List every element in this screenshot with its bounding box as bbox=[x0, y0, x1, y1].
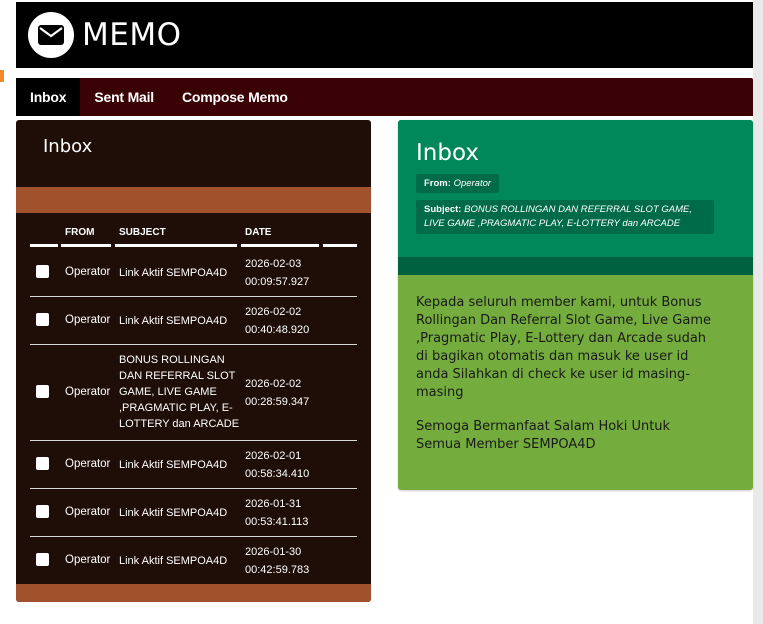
table-row[interactable]: Operator Link Aktif SEMPOA4D 2026-01-30 … bbox=[30, 537, 357, 584]
row-checkbox[interactable] bbox=[36, 457, 49, 470]
main-nav: Inbox Sent Mail Compose Memo bbox=[16, 78, 753, 116]
row-checkbox[interactable] bbox=[36, 385, 49, 398]
inbox-footer-bar bbox=[16, 584, 371, 602]
row-date: 2026-02-02 00:28:59.347 bbox=[245, 375, 309, 411]
left-accent-notch bbox=[0, 70, 4, 82]
header-divider bbox=[61, 244, 111, 247]
header-divider bbox=[115, 244, 237, 247]
row-date-time: 00:53:41.113 bbox=[245, 516, 309, 528]
inbox-panel: Inbox FROM SUBJECT DATE Operator Link Ak… bbox=[16, 120, 371, 602]
message-panel: Inbox From: Operator Subject: BONUS ROLL… bbox=[398, 120, 753, 490]
from-label: From: bbox=[424, 178, 451, 189]
app-title: MEMO bbox=[82, 17, 182, 53]
table-row[interactable]: Operator Link Aktif SEMPOA4D 2026-02-03 … bbox=[30, 249, 357, 297]
inbox-toolbar-bar bbox=[16, 187, 371, 213]
row-from: Operator bbox=[65, 506, 111, 518]
row-date: 2026-02-02 00:40:48.920 bbox=[245, 303, 309, 339]
table-row[interactable]: Operator Link Aktif SEMPOA4D 2026-02-02 … bbox=[30, 297, 357, 345]
message-body: Kepada seluruh member kami, untuk Bonus … bbox=[416, 295, 712, 400]
row-subject[interactable]: Link Aktif SEMPOA4D bbox=[119, 553, 241, 569]
message-title: Inbox bbox=[416, 140, 479, 166]
row-from: Operator bbox=[65, 266, 111, 278]
row-checkbox[interactable] bbox=[36, 313, 49, 326]
row-date-time: 00:58:34.410 bbox=[245, 468, 310, 480]
row-from: Operator bbox=[65, 554, 111, 566]
table-row[interactable]: Operator BONUS ROLLINGAN DAN REFERRAL SL… bbox=[30, 345, 357, 441]
row-date-day: 2026-02-03 bbox=[245, 258, 302, 270]
envelope-icon bbox=[28, 12, 74, 58]
row-checkbox[interactable] bbox=[36, 553, 49, 566]
header-divider bbox=[241, 244, 319, 247]
row-date: 2026-01-31 00:53:41.113 bbox=[245, 495, 308, 531]
subject-badge: Subject: BONUS ROLLINGAN DAN REFERRAL SL… bbox=[416, 200, 714, 234]
message-divider-bar bbox=[398, 257, 753, 275]
row-date-day: 2026-02-02 bbox=[245, 378, 302, 390]
row-date-day: 2026-02-01 bbox=[245, 450, 302, 462]
row-date-time: 00:40:48.920 bbox=[245, 324, 310, 336]
page-right-gutter bbox=[753, 0, 763, 624]
header-divider bbox=[323, 244, 357, 247]
column-header-from[interactable]: FROM bbox=[65, 227, 94, 238]
table-row[interactable]: Operator Link Aktif SEMPOA4D 2026-01-31 … bbox=[30, 489, 357, 537]
row-date: 2026-02-03 00:09:57.927 bbox=[245, 255, 309, 291]
row-subject[interactable]: Link Aktif SEMPOA4D bbox=[119, 505, 241, 521]
page-left-edge bbox=[0, 0, 12, 624]
row-date-time: 00:09:57.927 bbox=[245, 276, 310, 288]
row-subject[interactable]: BONUS ROLLINGAN DAN REFERRAL SLOT GAME, … bbox=[119, 352, 241, 432]
row-subject[interactable]: Link Aktif SEMPOA4D bbox=[119, 265, 241, 281]
subject-value: BONUS ROLLINGAN DAN REFERRAL SLOT GAME, … bbox=[424, 204, 692, 229]
row-date-day: 2026-01-31 bbox=[245, 498, 302, 510]
row-checkbox[interactable] bbox=[36, 505, 49, 518]
row-from: Operator bbox=[65, 458, 111, 470]
row-subject[interactable]: Link Aktif SEMPOA4D bbox=[119, 457, 241, 473]
from-badge: From: Operator bbox=[416, 174, 500, 193]
page-bottom bbox=[16, 602, 753, 624]
row-date-day: 2026-01-30 bbox=[245, 546, 302, 558]
header-divider bbox=[30, 244, 58, 247]
subject-label: Subject: bbox=[424, 204, 462, 215]
from-value: Operator bbox=[453, 178, 492, 189]
inbox-title: Inbox bbox=[43, 136, 93, 157]
nav-inbox[interactable]: Inbox bbox=[16, 78, 81, 116]
row-date-time: 00:42:59.783 bbox=[245, 564, 310, 576]
row-date: 2026-01-30 00:42:59.783 bbox=[245, 543, 309, 579]
app-header: MEMO bbox=[16, 2, 753, 68]
row-date-day: 2026-02-02 bbox=[245, 306, 302, 318]
column-header-subject[interactable]: SUBJECT bbox=[119, 227, 166, 238]
column-header-date[interactable]: DATE bbox=[245, 227, 271, 238]
message-signoff: Semoga Bermanfaat Salam Hoki Untuk Semua… bbox=[416, 419, 671, 452]
row-from: Operator bbox=[65, 386, 111, 398]
nav-compose-memo[interactable]: Compose Memo bbox=[168, 78, 302, 116]
row-date: 2026-02-01 00:58:34.410 bbox=[245, 447, 309, 483]
row-subject[interactable]: Link Aktif SEMPOA4D bbox=[119, 313, 241, 329]
nav-sent-mail[interactable]: Sent Mail bbox=[80, 78, 168, 116]
row-date-time: 00:28:59.347 bbox=[245, 396, 310, 408]
table-row[interactable]: Operator Link Aktif SEMPOA4D 2026-02-01 … bbox=[30, 441, 357, 489]
row-checkbox[interactable] bbox=[36, 265, 49, 278]
row-from: Operator bbox=[65, 314, 111, 326]
